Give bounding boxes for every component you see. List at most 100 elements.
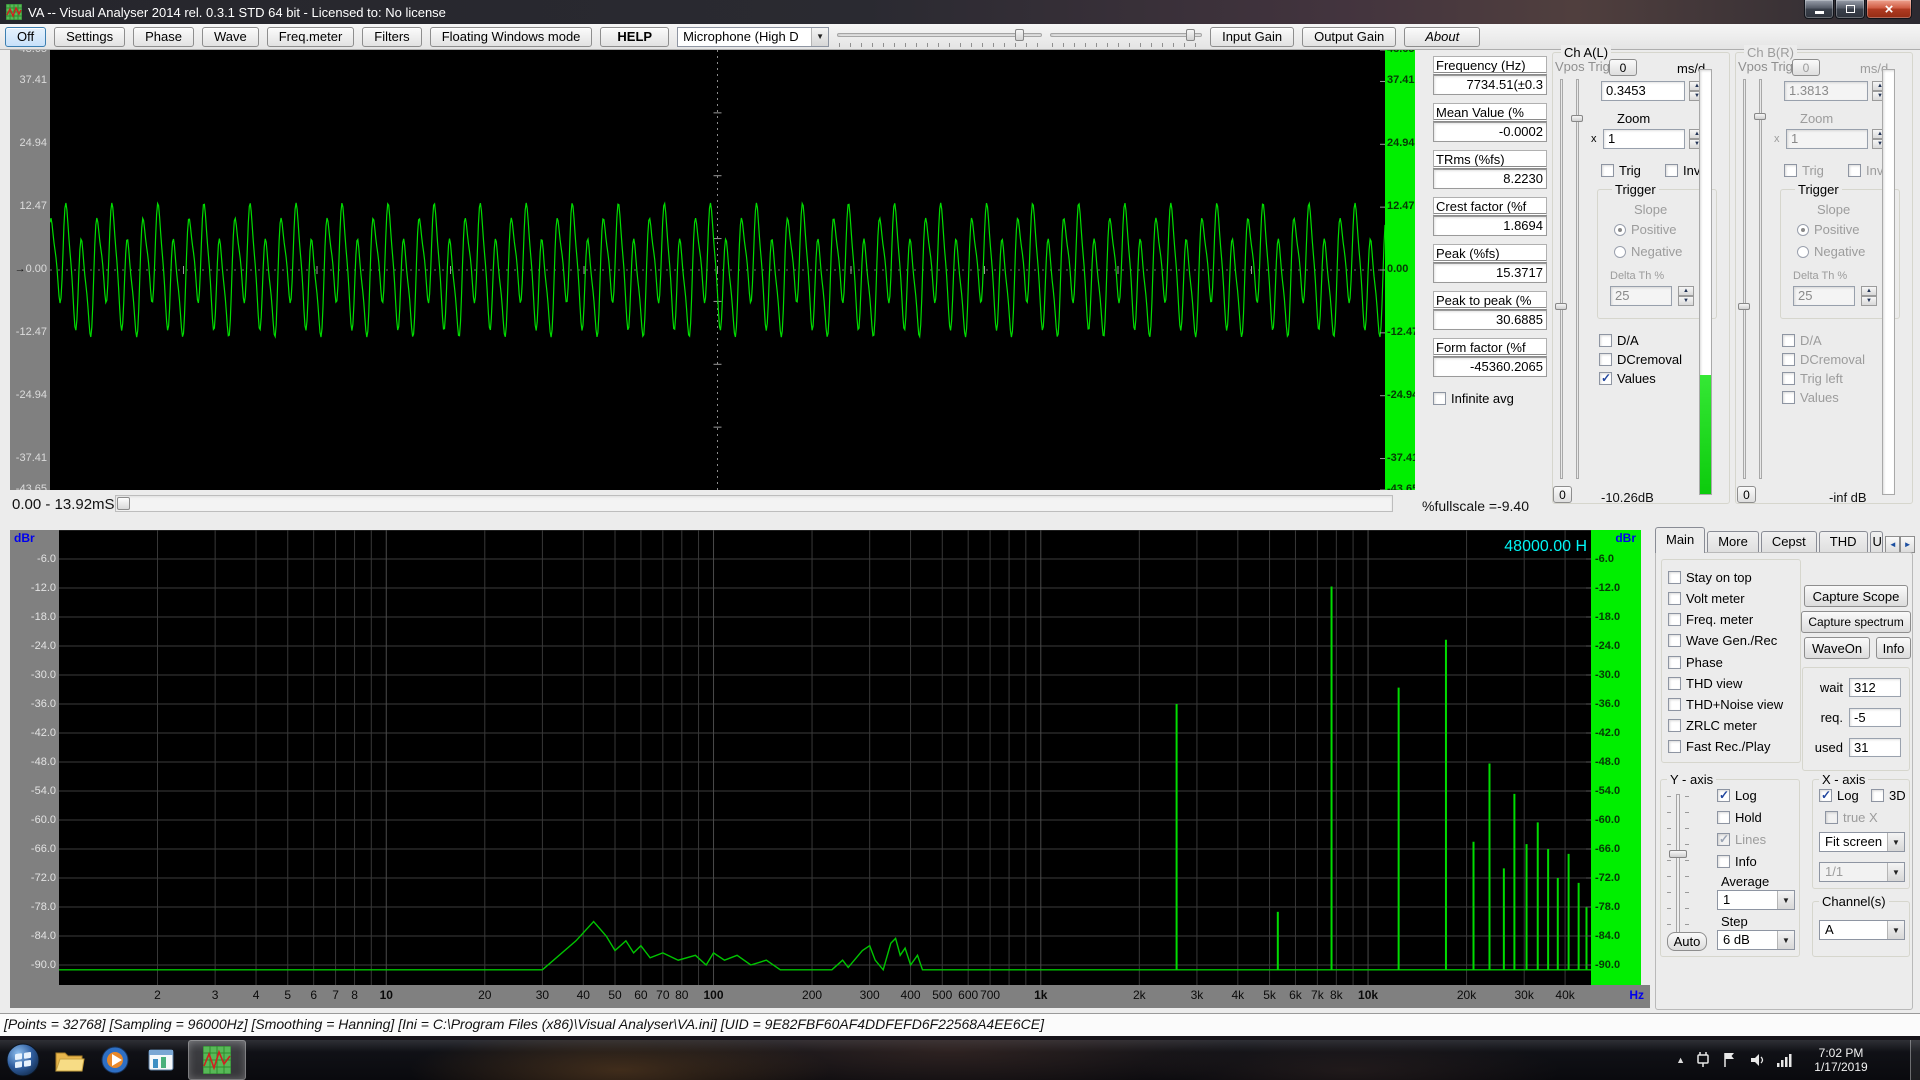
- delta-input-b[interactable]: 25: [1793, 286, 1855, 306]
- floating-windows-button[interactable]: Floating Windows mode: [430, 27, 593, 47]
- trig-slider-b[interactable]: [1756, 79, 1764, 479]
- capture-scope-button[interactable]: Capture Scope: [1804, 585, 1908, 607]
- msd-input-b[interactable]: 1.3813: [1784, 81, 1868, 101]
- network-signal-icon[interactable]: [1775, 1051, 1793, 1069]
- slope-negative-radio-a[interactable]: Negative: [1614, 244, 1682, 259]
- used-field[interactable]: 31: [1849, 738, 1901, 757]
- y-scale-slider[interactable]: [1665, 794, 1691, 946]
- bottom-zero-button-b[interactable]: 0: [1737, 486, 1756, 503]
- fast-rec-play-checkbox[interactable]: Fast Rec./Play: [1668, 739, 1800, 754]
- dcremoval-checkbox-b[interactable]: DCremoval: [1782, 352, 1865, 367]
- settings-button[interactable]: Settings: [54, 27, 125, 47]
- zoom-input-a[interactable]: 1: [1603, 129, 1685, 149]
- delta-spinner-a[interactable]: ▲▼: [1678, 286, 1694, 306]
- auto-button[interactable]: Auto: [1667, 932, 1707, 951]
- show-desktop-button[interactable]: [1910, 1040, 1920, 1080]
- taskbar-explorer-button[interactable]: [46, 1040, 92, 1080]
- tab-more[interactable]: More: [1707, 531, 1759, 553]
- info-button[interactable]: Info: [1876, 637, 1911, 659]
- output-level-slider[interactable]: [1050, 27, 1202, 47]
- y-info-checkbox[interactable]: Info: [1717, 854, 1757, 869]
- input-gain-button[interactable]: Input Gain: [1210, 27, 1294, 47]
- phase-button[interactable]: Phase: [133, 27, 194, 47]
- filters-button[interactable]: Filters: [362, 27, 421, 47]
- thd-view-checkbox[interactable]: THD view: [1668, 676, 1800, 691]
- dcremoval-checkbox-a[interactable]: DCremoval: [1599, 352, 1682, 367]
- stay-on-top-checkbox[interactable]: Stay on top: [1668, 570, 1800, 585]
- close-button[interactable]: ×: [1866, 0, 1912, 19]
- infinite-avg-checkbox[interactable]: Infinite avg: [1433, 391, 1547, 406]
- vpos-slider-a[interactable]: [1557, 79, 1565, 479]
- speaker-icon[interactable]: [1748, 1051, 1766, 1069]
- offset-zero-button-a[interactable]: 0: [1609, 59, 1637, 76]
- req-field[interactable]: -5: [1849, 708, 1901, 727]
- slope-negative-radio-b[interactable]: Negative: [1797, 244, 1865, 259]
- wave-gen-checkbox[interactable]: Wave Gen./Rec: [1668, 633, 1800, 648]
- start-button[interactable]: [0, 1040, 46, 1080]
- wave-button[interactable]: Wave: [202, 27, 259, 47]
- freq-meter-checkbox[interactable]: Freq. meter: [1668, 612, 1800, 627]
- phase-checkbox[interactable]: Phase: [1668, 655, 1800, 670]
- taskbar-mediaplayer-button[interactable]: [92, 1040, 138, 1080]
- power-plug-icon[interactable]: [1694, 1051, 1712, 1069]
- x-ratio-select[interactable]: 1/1▼: [1819, 862, 1905, 882]
- inv-checkbox-b[interactable]: Inv: [1848, 163, 1883, 178]
- values-checkbox-b[interactable]: Values: [1782, 390, 1839, 405]
- tab-clipped[interactable]: U: [1870, 531, 1884, 553]
- tab-cepst[interactable]: Cepst: [1761, 531, 1817, 553]
- zoom-input-b[interactable]: 1: [1786, 129, 1868, 149]
- scope-plot[interactable]: [50, 50, 1385, 490]
- delta-input-a[interactable]: 25: [1610, 286, 1672, 306]
- x-log-checkbox[interactable]: Log: [1819, 788, 1859, 803]
- x-range-select[interactable]: Fit screen▼: [1819, 832, 1905, 852]
- true-x-checkbox[interactable]: true X: [1825, 810, 1878, 825]
- thd-noise-view-checkbox[interactable]: THD+Noise view: [1668, 697, 1800, 712]
- capture-spectrum-button[interactable]: Capture spectrum: [1801, 611, 1911, 633]
- minimize-button[interactable]: [1804, 0, 1834, 19]
- trig-checkbox-a[interactable]: Trig: [1601, 163, 1641, 178]
- x-3d-checkbox[interactable]: 3D: [1871, 788, 1906, 803]
- taskbar-app-button[interactable]: [138, 1040, 184, 1080]
- taskbar-visual-analyser-button[interactable]: [188, 1040, 246, 1080]
- da-checkbox-b[interactable]: D/A: [1782, 333, 1822, 348]
- help-button[interactable]: HELP: [600, 27, 669, 47]
- tab-scroll-right-icon[interactable]: ►: [1900, 536, 1915, 553]
- trig-left-checkbox-b[interactable]: Trig left: [1782, 371, 1843, 386]
- bottom-zero-button-a[interactable]: 0: [1553, 486, 1572, 503]
- maximize-button[interactable]: [1835, 0, 1865, 19]
- slope-positive-radio-a[interactable]: Positive: [1614, 222, 1677, 237]
- channel-select[interactable]: A▼: [1819, 920, 1905, 940]
- delta-spinner-b[interactable]: ▲▼: [1861, 286, 1877, 306]
- wait-field[interactable]: 312: [1849, 678, 1901, 697]
- trig-checkbox-b[interactable]: Trig: [1784, 163, 1824, 178]
- msd-input-a[interactable]: 0.3453: [1601, 81, 1685, 101]
- vpos-slider-b[interactable]: [1740, 79, 1748, 479]
- tab-scroll-left-icon[interactable]: ◄: [1885, 536, 1900, 553]
- step-select[interactable]: 6 dB▼: [1717, 930, 1795, 950]
- slope-positive-radio-b[interactable]: Positive: [1797, 222, 1860, 237]
- about-button[interactable]: About: [1404, 27, 1480, 47]
- spectrum-plot[interactable]: [59, 530, 1591, 985]
- taskbar-clock[interactable]: 7:02 PM 1/17/2019: [1802, 1046, 1880, 1074]
- y-log-checkbox[interactable]: Log: [1717, 788, 1757, 803]
- trig-slider-a[interactable]: [1573, 79, 1581, 479]
- wave-on-button[interactable]: WaveOn: [1804, 637, 1870, 659]
- tab-main[interactable]: Main: [1655, 527, 1705, 553]
- y-lines-checkbox[interactable]: Lines: [1717, 832, 1766, 847]
- y-hold-checkbox[interactable]: Hold: [1717, 810, 1762, 825]
- freq-meter-button[interactable]: Freq.meter: [267, 27, 355, 47]
- zrlc-meter-checkbox[interactable]: ZRLC meter: [1668, 718, 1800, 733]
- volt-meter-checkbox[interactable]: Volt meter: [1668, 591, 1800, 606]
- average-select[interactable]: 1▼: [1717, 890, 1795, 910]
- scope-scrollbar[interactable]: [115, 495, 1393, 512]
- input-device-select[interactable]: Microphone (High D ▼: [677, 27, 829, 47]
- da-checkbox-a[interactable]: D/A: [1599, 333, 1639, 348]
- inv-checkbox-a[interactable]: Inv: [1665, 163, 1700, 178]
- offset-zero-button-b[interactable]: 0: [1792, 59, 1820, 76]
- output-gain-button[interactable]: Output Gain: [1302, 27, 1396, 47]
- off-button[interactable]: Off: [5, 27, 46, 47]
- action-center-flag-icon[interactable]: [1721, 1051, 1739, 1069]
- tab-thd[interactable]: THD: [1819, 531, 1868, 553]
- tray-expand-icon[interactable]: ▲: [1676, 1055, 1685, 1065]
- input-level-slider[interactable]: [837, 27, 1042, 47]
